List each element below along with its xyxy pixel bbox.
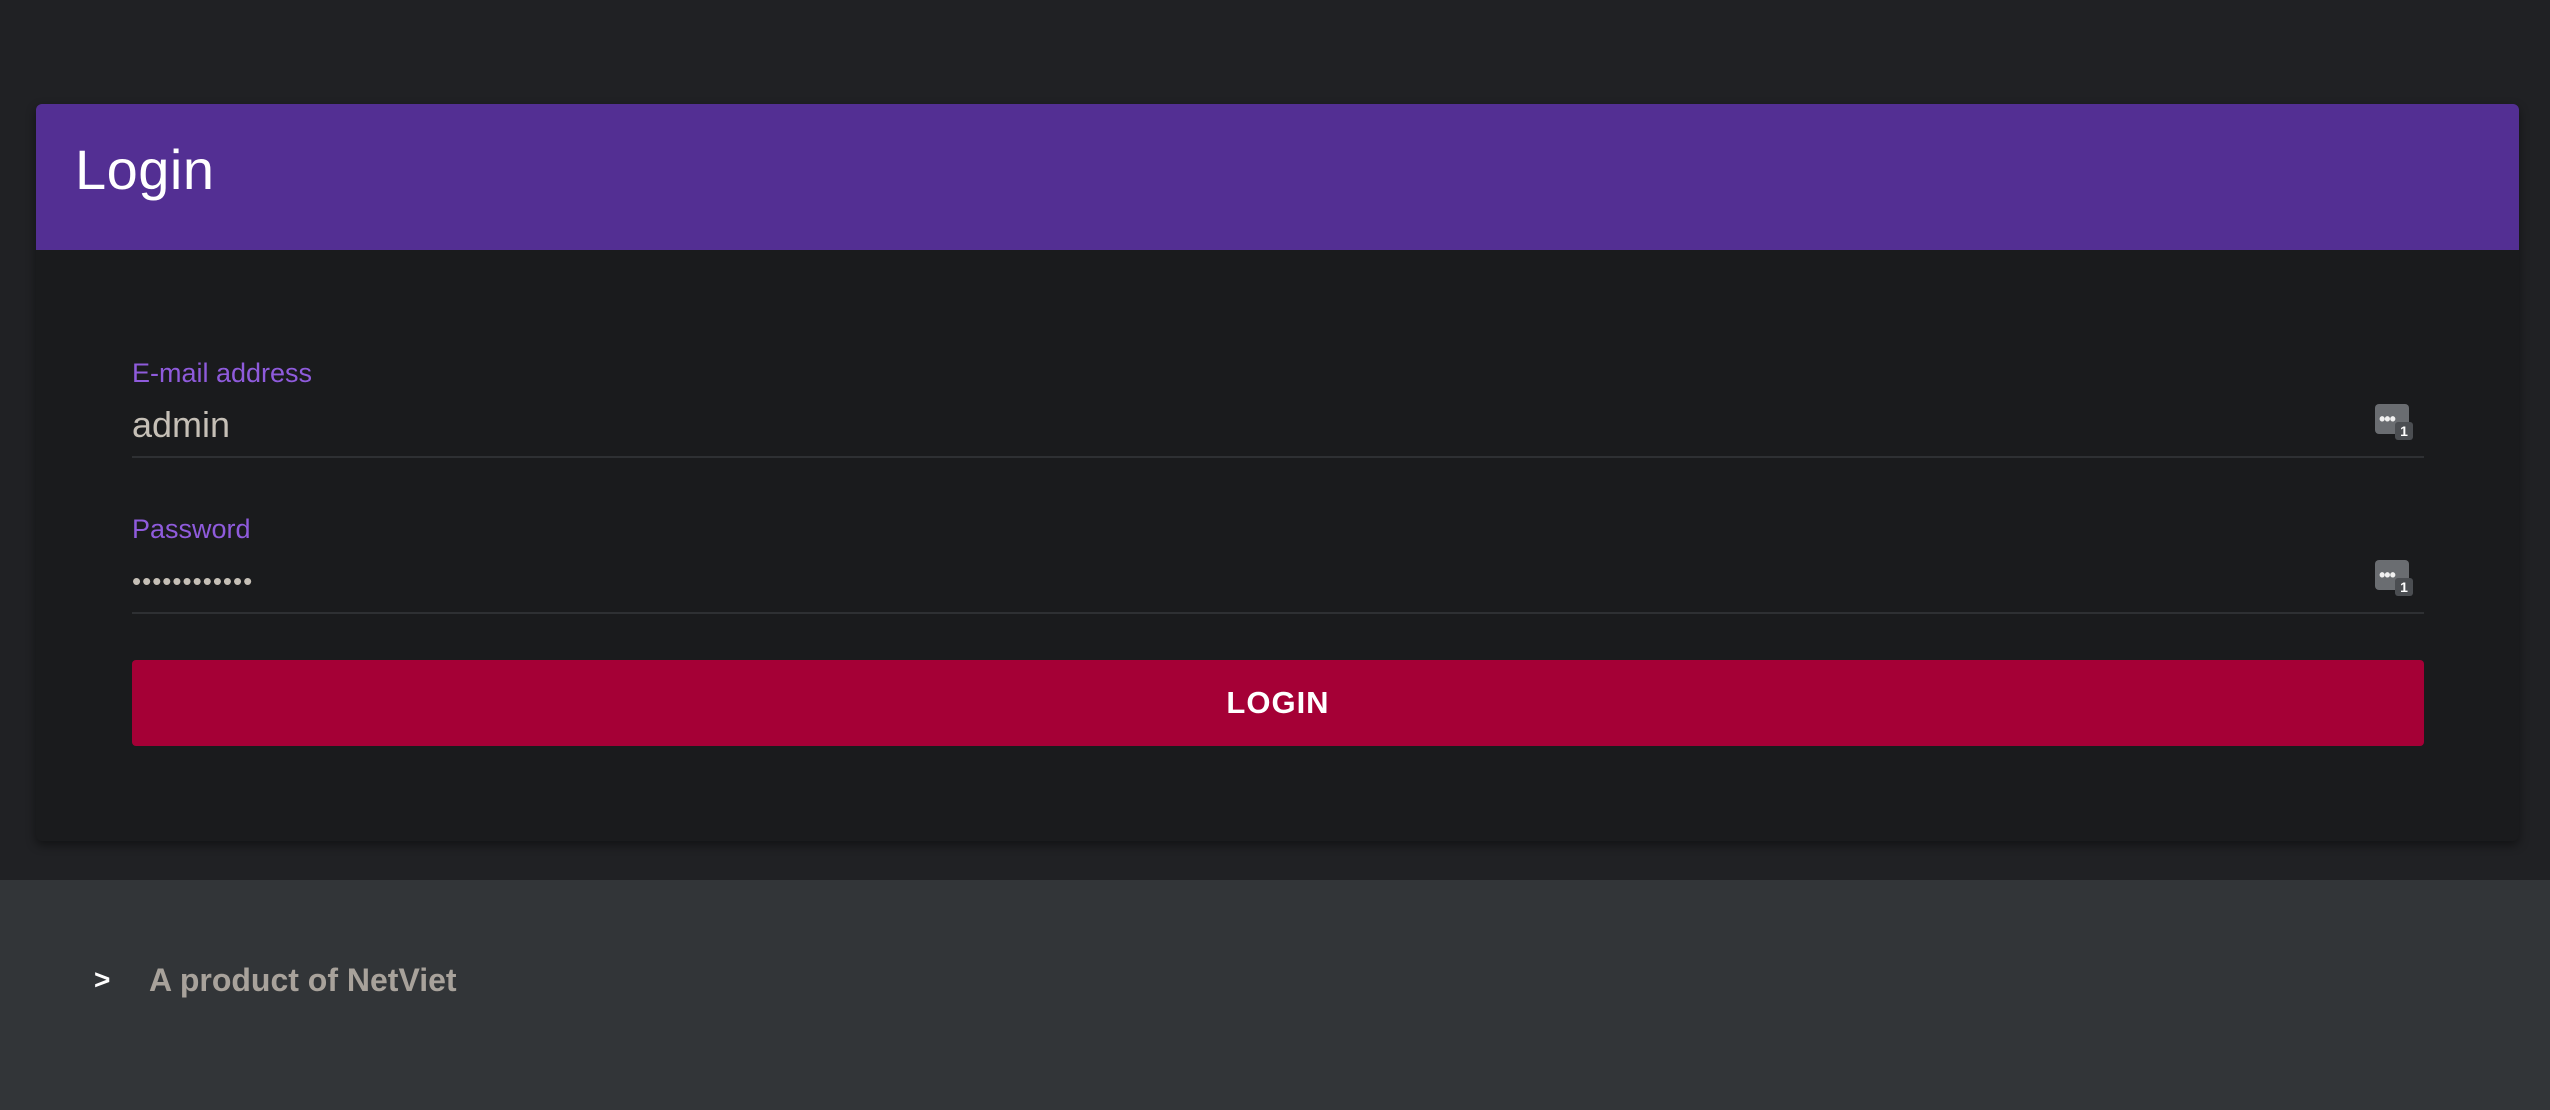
password-manager-badge: 1 bbox=[2395, 578, 2413, 596]
page-title: Login bbox=[75, 138, 215, 201]
password-input[interactable]: •••••••••••• bbox=[132, 568, 253, 594]
password-label: Password bbox=[132, 514, 251, 544]
login-page: Login E-mail address ••• 1 Password ••••… bbox=[0, 0, 2550, 1110]
footer-product-link[interactable]: A product of NetViet bbox=[149, 964, 457, 996]
login-card: Login E-mail address ••• 1 Password ••••… bbox=[36, 104, 2519, 841]
login-card-header: Login bbox=[36, 104, 2519, 250]
password-manager-badge: 1 bbox=[2395, 422, 2413, 440]
email-label: E-mail address bbox=[132, 358, 313, 388]
login-button[interactable]: LOGIN bbox=[132, 660, 2424, 746]
content-area: Login E-mail address ••• 1 Password ••••… bbox=[0, 0, 2550, 880]
password-manager-icon[interactable]: ••• 1 bbox=[2375, 404, 2413, 442]
email-underline bbox=[132, 456, 2424, 458]
password-manager-icon-dots: ••• bbox=[2379, 565, 2396, 585]
chevron-right-icon: > bbox=[94, 964, 111, 995]
password-underline bbox=[132, 612, 2424, 614]
footer: > A product of NetViet bbox=[0, 880, 2550, 1110]
email-input[interactable] bbox=[132, 404, 2312, 446]
password-manager-icon-dots: ••• bbox=[2379, 409, 2396, 429]
password-manager-icon[interactable]: ••• 1 bbox=[2375, 560, 2413, 598]
